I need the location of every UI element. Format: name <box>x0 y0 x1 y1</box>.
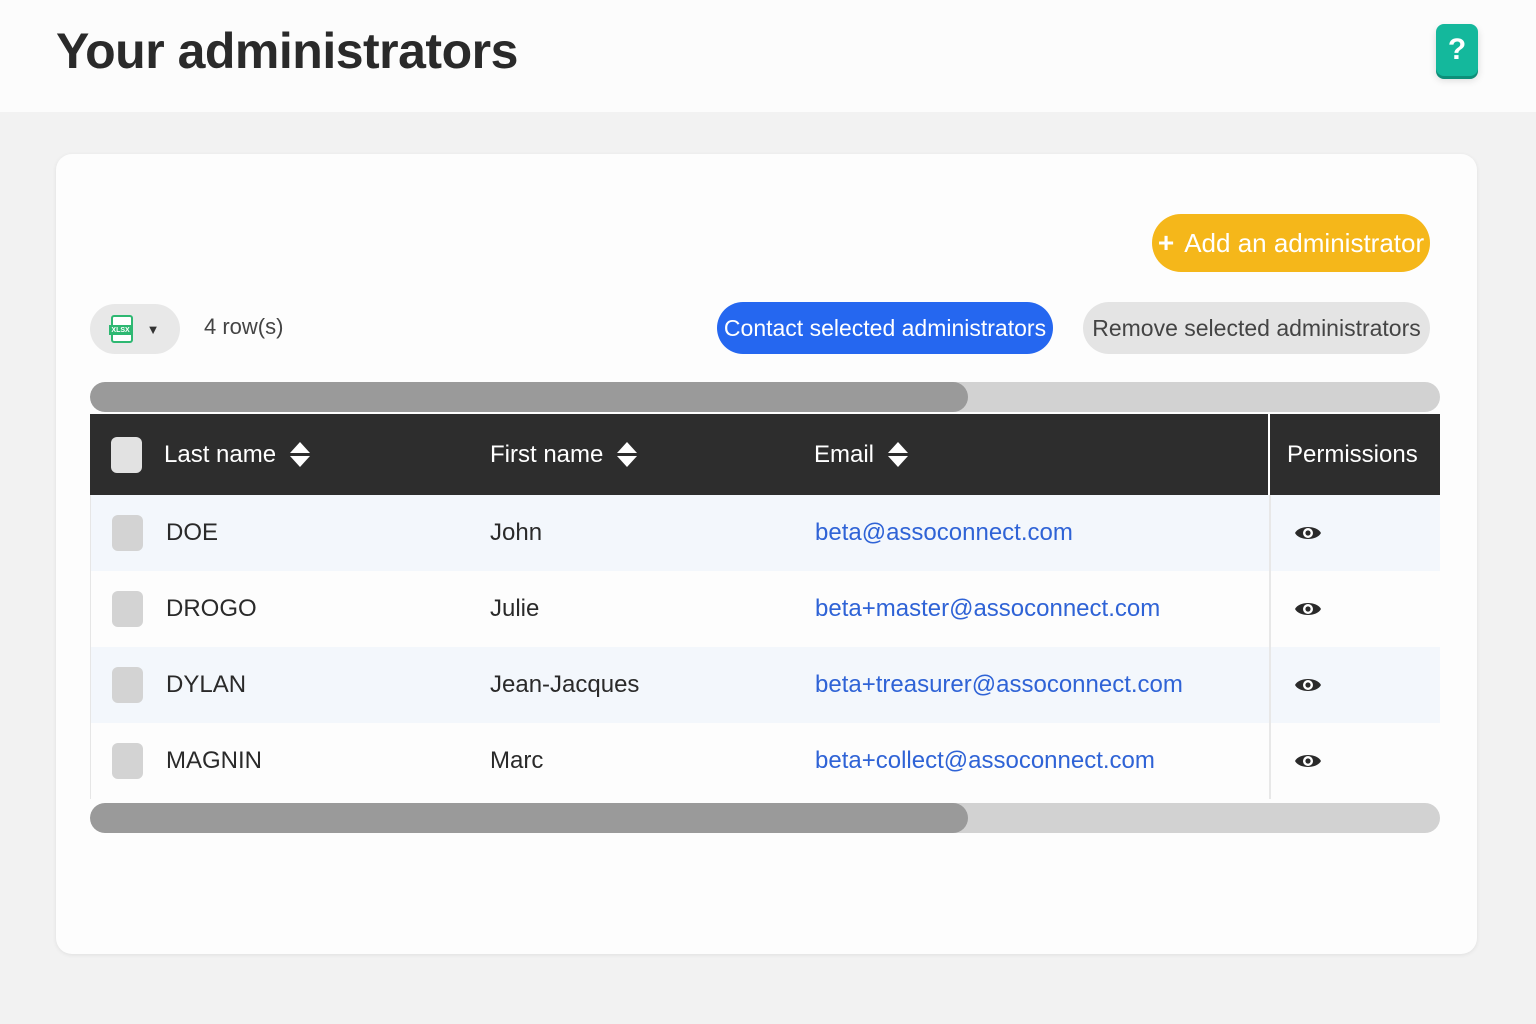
add-administrator-label: Add an administrator <box>1184 227 1425 258</box>
column-permissions: Permissions <box>1287 414 1418 495</box>
export-dropdown-button[interactable]: XLSX ▼ <box>90 304 180 354</box>
cell-permissions <box>1269 571 1441 647</box>
row-checkbox[interactable] <box>112 743 143 779</box>
cell-last-name: DROGO <box>166 595 257 622</box>
select-all-checkbox[interactable] <box>111 437 142 473</box>
cell-last-name: MAGNIN <box>166 747 262 774</box>
row-checkbox[interactable] <box>112 515 143 551</box>
table-row: MAGNIN Marc beta+collect@assoconnect.com <box>90 723 1440 799</box>
administrators-table: Last name First name Email Permissions D… <box>90 414 1440 799</box>
scrollbar-thumb[interactable] <box>90 803 968 833</box>
cell-email-link[interactable]: beta@assoconnect.com <box>815 495 1073 571</box>
sort-icon[interactable] <box>617 442 638 467</box>
remove-selected-button[interactable]: Remove selected administrators <box>1083 302 1430 354</box>
row-checkbox[interactable] <box>112 667 143 703</box>
column-permissions-label: Permissions <box>1287 440 1418 468</box>
table-row: DROGO Julie beta+master@assoconnect.com <box>90 571 1440 647</box>
page-header: Your administrators ? <box>0 0 1536 112</box>
xlsx-badge: XLSX <box>108 325 133 335</box>
table-row: DYLAN Jean-Jacques beta+treasurer@assoco… <box>90 647 1440 723</box>
column-first-name-label: First name <box>490 440 604 468</box>
help-icon: ? <box>1447 33 1467 66</box>
horizontal-scrollbar-bottom[interactable] <box>90 803 1440 833</box>
column-email[interactable]: Email <box>814 414 909 495</box>
cell-email-link[interactable]: beta+collect@assoconnect.com <box>815 723 1155 799</box>
sort-icon[interactable] <box>290 442 311 467</box>
eye-icon[interactable] <box>1294 675 1322 695</box>
cell-first-name: Marc <box>490 747 544 774</box>
add-administrator-button[interactable]: + Add an administrator <box>1152 214 1430 272</box>
page-title: Your administrators <box>56 23 518 79</box>
cell-permissions <box>1269 495 1441 571</box>
cell-first-name: Jean-Jacques <box>490 671 640 698</box>
cell-permissions <box>1269 723 1441 799</box>
column-first-name[interactable]: First name <box>490 414 638 495</box>
row-count: 4 row(s) <box>204 314 284 339</box>
eye-icon[interactable] <box>1294 599 1322 619</box>
table-header: Last name First name Email Permissions <box>90 414 1440 495</box>
administrators-card: + Add an administrator XLSX ▼ 4 row(s) C… <box>56 154 1477 954</box>
horizontal-scrollbar-top[interactable] <box>90 382 1440 412</box>
column-email-label: Email <box>814 440 875 468</box>
caret-down-icon: ▼ <box>146 321 160 337</box>
cell-last-name: DYLAN <box>166 671 247 698</box>
scrollbar-thumb[interactable] <box>90 382 968 412</box>
cell-last-name: DOE <box>166 519 219 546</box>
contact-selected-button[interactable]: Contact selected administrators <box>717 302 1053 354</box>
help-button[interactable]: ? <box>1436 24 1478 76</box>
table-row: DOE John beta@assoconnect.com <box>90 495 1440 571</box>
cell-first-name: Julie <box>490 595 540 622</box>
eye-icon[interactable] <box>1294 751 1322 771</box>
column-last-name-label: Last name <box>164 440 277 468</box>
cell-permissions <box>1269 647 1441 723</box>
eye-icon[interactable] <box>1294 523 1322 543</box>
sort-icon[interactable] <box>888 442 909 467</box>
cell-email-link[interactable]: beta+treasurer@assoconnect.com <box>815 647 1183 723</box>
column-divider <box>1268 414 1270 495</box>
xlsx-file-icon: XLSX <box>108 315 133 343</box>
plus-icon: + <box>1157 227 1175 258</box>
cell-first-name: John <box>490 519 543 546</box>
column-last-name[interactable]: Last name <box>164 414 311 495</box>
row-checkbox[interactable] <box>112 591 143 627</box>
cell-email-link[interactable]: beta+master@assoconnect.com <box>815 571 1160 647</box>
